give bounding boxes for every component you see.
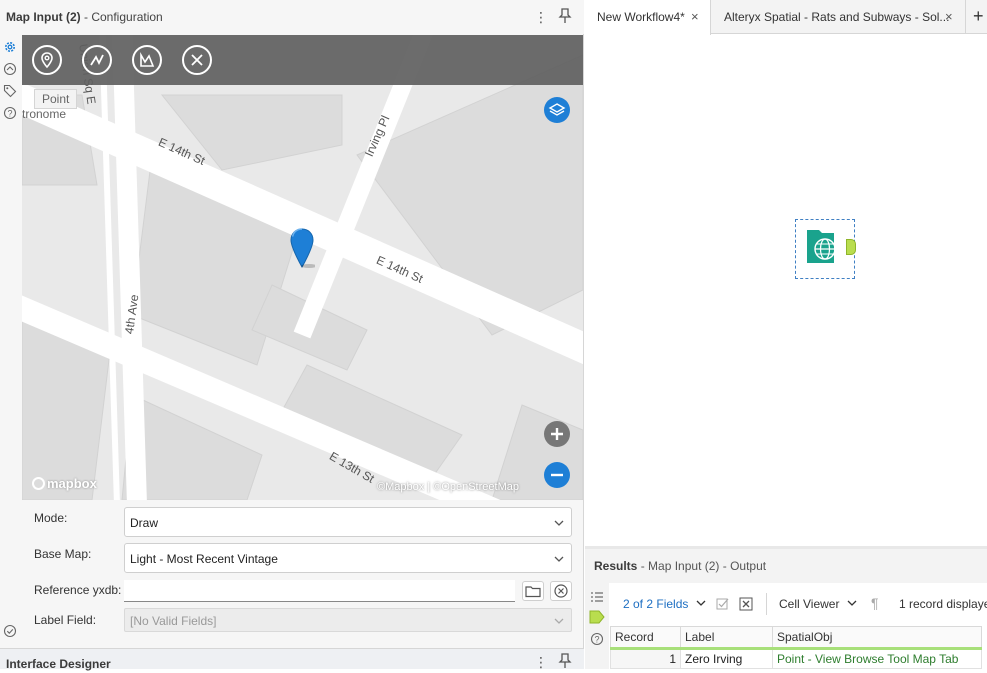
polygon-tool-icon[interactable] — [132, 45, 162, 75]
list-icon[interactable] — [590, 590, 604, 607]
svg-text:?: ? — [7, 108, 12, 118]
help-icon[interactable]: ? — [3, 106, 17, 120]
mode-select-value: Draw — [130, 516, 159, 530]
config-menu-button[interactable]: ⋮ — [533, 8, 549, 26]
record-count: 1 record displaye — [899, 597, 987, 611]
table-row[interactable]: 1 Zero Irving Point - View Browse Tool M… — [610, 648, 982, 669]
svg-text:?: ? — [594, 634, 599, 644]
layers-icon[interactable] — [544, 97, 570, 123]
tag-icon[interactable] — [3, 84, 17, 98]
delete-tool-icon[interactable] — [182, 45, 212, 75]
config-title: Map Input (2) - Configuration — [6, 10, 163, 24]
config-header: Map Input (2) - Configuration ⋮ — [0, 0, 584, 34]
column-header-record[interactable]: Record — [610, 626, 681, 650]
pin-icon[interactable] — [557, 653, 573, 671]
config-side-rail: ? — [0, 34, 20, 648]
output-anchor[interactable] — [846, 239, 856, 255]
pin-icon[interactable] — [557, 8, 573, 26]
basemap-select[interactable]: Light - Most Recent Vintage — [124, 543, 572, 573]
output-anchor-icon[interactable] — [589, 610, 605, 627]
mapbox-logo-text: mapbox — [47, 476, 97, 491]
map-view[interactable]: Union Sq E E 14th St Irving Pl E 14th St… — [22, 35, 583, 500]
help-icon[interactable]: ? — [590, 632, 604, 649]
workflow-tab-bar: New Workflow4* × Alteryx Spatial - Rats … — [585, 0, 987, 35]
label-field-label: Label Field: — [34, 613, 97, 627]
tab-alteryx-spatial[interactable]: Alteryx Spatial - Rats and Subways - Sol… — [712, 0, 966, 34]
tab-label: New Workflow4* — [597, 10, 685, 24]
configuration-panel: Map Input (2) - Configuration ⋮ ? E 14th… — [0, 0, 584, 671]
results-header: Results - Map Input (2) - Output — [585, 549, 987, 583]
folder-icon — [525, 586, 541, 598]
results-title: Results - Map Input (2) - Output — [594, 559, 766, 573]
chevron-down-icon — [553, 615, 565, 630]
results-toolbar: 2 of 2 Fields Cell Viewer ¶ 1 record dis… — [609, 583, 987, 625]
spatialobj-cell[interactable]: Point - View Browse Tool Map Tab — [772, 648, 982, 669]
results-table: Record Label SpatialObj 1 Zero Irving Po… — [610, 626, 982, 669]
map-input-tool[interactable] — [795, 219, 856, 279]
results-side-rail: ? — [585, 583, 609, 669]
close-tab-icon[interactable]: × — [691, 9, 699, 24]
line-tool-icon[interactable] — [82, 45, 112, 75]
browse-folder-button[interactable] — [522, 581, 544, 601]
label-cell[interactable]: Zero Irving — [680, 648, 773, 669]
connections-icon[interactable] — [3, 62, 17, 76]
close-tab-icon[interactable]: × — [945, 9, 953, 24]
tab-label: Alteryx Spatial - Rats and Subways - Sol… — [724, 10, 950, 24]
reference-yxdb-input[interactable] — [124, 580, 515, 602]
cell-viewer-dropdown[interactable]: Cell Viewer — [779, 597, 857, 611]
point-tooltip: Point — [34, 89, 78, 109]
point-tool-icon[interactable] — [32, 45, 62, 75]
table-header-row: Record Label SpatialObj — [610, 626, 982, 650]
interface-designer-bar: Interface Designer ⋮ — [0, 648, 584, 671]
mode-label: Mode: — [34, 511, 68, 525]
chevron-down-icon — [696, 600, 706, 606]
clear-reference-button[interactable] — [550, 581, 572, 601]
deselect-icon[interactable] — [739, 597, 753, 614]
clear-circle-icon — [554, 584, 568, 598]
toolbar-divider — [766, 593, 767, 615]
zoom-out-button[interactable] — [544, 462, 570, 488]
interface-menu-button[interactable]: ⋮ — [533, 653, 549, 671]
pilcrow-icon[interactable]: ¶ — [871, 595, 879, 611]
check-circle-icon[interactable] — [3, 624, 17, 638]
settings-gear-icon[interactable] — [3, 40, 17, 54]
map-marker-icon[interactable] — [289, 228, 317, 271]
label-field-select: [No Valid Fields] — [124, 608, 572, 632]
fields-selector-label: 2 of 2 Fields — [623, 597, 689, 611]
results-title-main: Results — [594, 559, 638, 573]
column-header-spatialobj[interactable]: SpatialObj — [772, 626, 982, 650]
chevron-down-icon — [553, 553, 565, 565]
draw-toolbar — [22, 35, 583, 85]
config-title-suffix: - Configuration — [84, 10, 163, 24]
config-title-tool: Map Input (2) — [6, 10, 81, 24]
label-field-placeholder: [No Valid Fields] — [130, 614, 217, 628]
zoom-in-button[interactable] — [544, 421, 570, 447]
record-cell[interactable]: 1 — [610, 648, 681, 669]
poi-label: tronome — [22, 107, 67, 121]
chevron-down-icon — [847, 600, 857, 606]
reference-label: Reference yxdb: — [34, 583, 122, 597]
column-header-label[interactable]: Label — [680, 626, 773, 650]
chevron-down-icon — [553, 517, 565, 529]
results-title-suffix: - Map Input (2) - Output — [640, 559, 767, 573]
basemap-select-value: Light - Most Recent Vintage — [130, 552, 278, 566]
add-tab-button[interactable]: + — [969, 0, 987, 34]
basemap-label: Base Map: — [34, 547, 92, 561]
mapbox-logo: mapbox — [32, 476, 97, 491]
map-attribution[interactable]: ©Mapbox | ©OpenStreetMap — [377, 481, 519, 493]
checkbox-icon[interactable] — [716, 597, 730, 614]
cell-viewer-label: Cell Viewer — [779, 597, 840, 611]
fields-selector[interactable]: 2 of 2 Fields — [623, 597, 706, 611]
workflow-canvas[interactable] — [585, 35, 987, 546]
tab-new-workflow4[interactable]: New Workflow4* × — [585, 0, 711, 35]
mapbox-logo-icon — [32, 477, 45, 490]
mode-select[interactable]: Draw — [124, 507, 572, 537]
